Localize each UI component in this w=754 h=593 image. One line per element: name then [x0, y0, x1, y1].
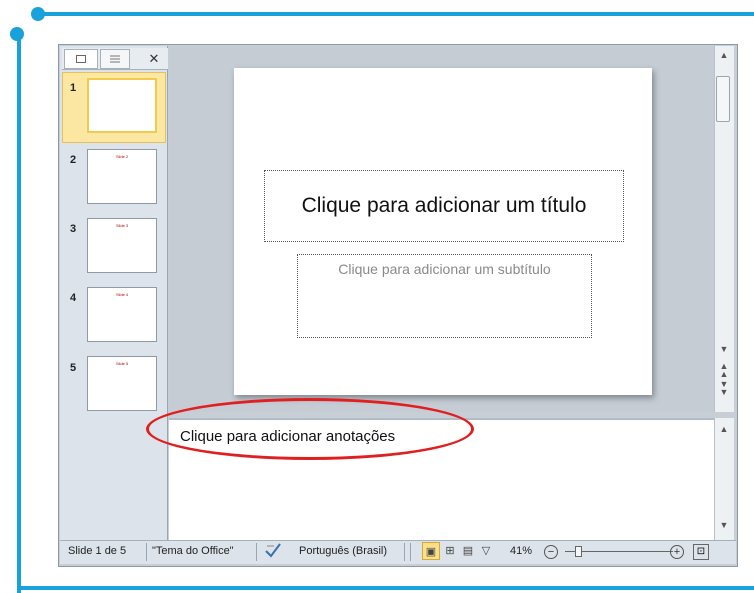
thumbnail-title: Slide 5	[116, 361, 129, 366]
frame-line-left	[17, 34, 21, 593]
minus-icon: −	[547, 546, 555, 558]
title-placeholder[interactable]: Clique para adicionar um título	[264, 170, 624, 242]
zoom-out-button[interactable]: −	[544, 545, 558, 559]
frame-dot-icon	[10, 27, 24, 41]
slide-sorter-button[interactable]: ⊞	[441, 542, 459, 560]
language-indicator[interactable]: Português (Brasil)	[299, 545, 387, 557]
slideshow-icon: ▽	[481, 545, 491, 557]
slide-thumbnail-3[interactable]: Slide 3	[87, 218, 157, 273]
plus-icon: +	[673, 546, 681, 558]
pane-tab-bar: ✕	[62, 48, 168, 70]
thumbnail-number: 4	[69, 292, 77, 304]
fit-to-window-button[interactable]: ⊡	[693, 544, 709, 560]
frame-line-bottom	[17, 586, 754, 590]
thumbnail-title: Slide 3	[116, 223, 129, 228]
zoom-slider-thumb[interactable]	[575, 546, 582, 557]
annotation-ellipse	[146, 398, 474, 460]
thumbnail-title: Slide 2	[116, 154, 129, 159]
status-separator	[146, 543, 147, 561]
close-pane-button[interactable]: ✕	[144, 49, 164, 69]
normal-view-icon: ▣	[425, 546, 437, 558]
previous-slide-icon[interactable]: ▲ ▲	[714, 362, 734, 379]
reading-view-button[interactable]: ▤	[459, 542, 477, 560]
slide-thumbnail-2[interactable]: Slide 2	[87, 149, 157, 204]
normal-view-button[interactable]: ▣	[422, 542, 440, 560]
thumbnail-number: 3	[69, 223, 77, 235]
spell-check-icon[interactable]	[264, 542, 282, 561]
status-separator	[256, 543, 257, 561]
notes-scroll-up-icon[interactable]: ▲	[714, 424, 734, 434]
slide-indicator: Slide 1 de 5	[68, 545, 127, 557]
slides-tab-icon	[76, 54, 86, 63]
slide-thumbnail-5[interactable]: Slide 5	[87, 356, 157, 411]
status-separator	[404, 543, 405, 561]
slides-tab[interactable]	[64, 49, 98, 69]
slide-sorter-icon: ⊞	[445, 545, 455, 557]
scrollbar-thumb[interactable]	[716, 76, 730, 122]
slide-thumbnail-4[interactable]: Slide 4	[87, 287, 157, 342]
outline-tab[interactable]	[100, 49, 130, 69]
slide-thumbnail-1[interactable]	[87, 78, 157, 133]
frame-line-top	[38, 12, 754, 16]
zoom-in-button[interactable]: +	[670, 545, 684, 559]
notes-scroll-down-icon[interactable]: ▼	[714, 520, 734, 530]
slideshow-button[interactable]: ▽	[477, 542, 495, 560]
zoom-level[interactable]: 41%	[510, 545, 532, 557]
thumbnail-number: 2	[69, 154, 77, 166]
close-icon: ✕	[148, 51, 160, 66]
outline-tab-icon	[110, 55, 120, 62]
subtitle-placeholder[interactable]: Clique para adicionar um subtítulo	[297, 254, 592, 338]
fit-window-icon: ⊡	[696, 546, 706, 557]
reading-view-icon: ▤	[462, 545, 474, 557]
thumbnail-number: 1	[69, 82, 77, 94]
status-separator	[410, 543, 411, 561]
next-slide-icon[interactable]: ▼ ▼	[714, 380, 734, 397]
scroll-down-icon[interactable]: ▼	[714, 344, 734, 354]
scroll-up-icon[interactable]: ▲	[714, 50, 734, 60]
thumbnail-number: 5	[69, 362, 77, 374]
theme-name[interactable]: "Tema do Office"	[152, 545, 234, 557]
thumbnail-title: Slide 4	[116, 292, 129, 297]
frame-dot-icon	[31, 7, 45, 21]
